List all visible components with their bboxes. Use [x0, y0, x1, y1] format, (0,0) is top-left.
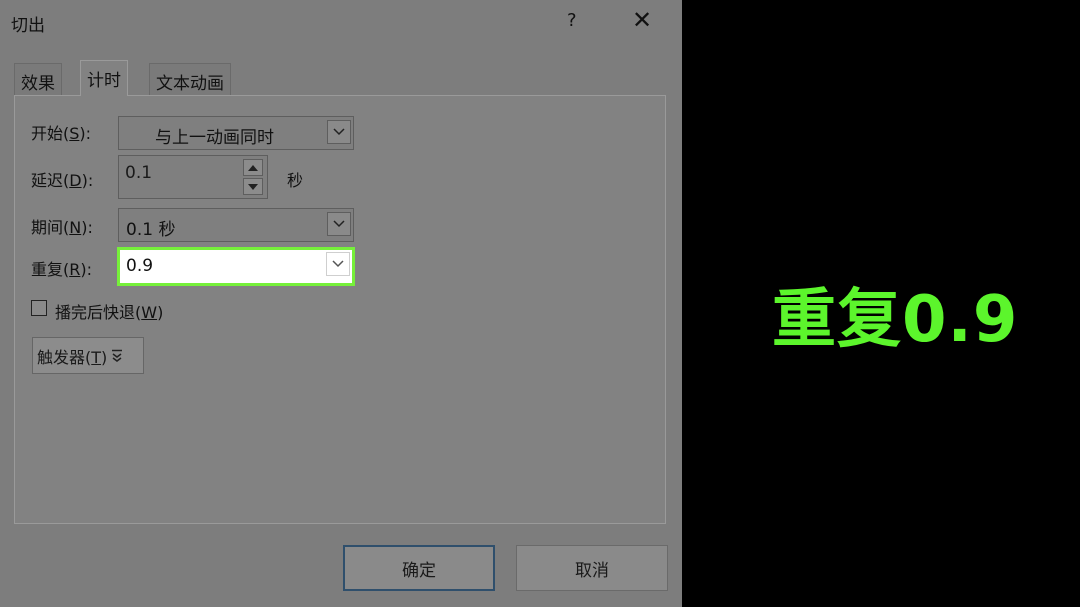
cancel-button[interactable]: 取消 — [516, 545, 668, 591]
duration-label: 期间(N): — [31, 218, 93, 237]
duration-value: 0.1 秒 — [126, 220, 176, 240]
chevron-down-icon[interactable] — [327, 120, 351, 144]
caption-text: 重复0.9 — [772, 283, 1019, 357]
chevron-down-icon[interactable] — [326, 252, 350, 276]
dialog-title: 切出 — [11, 16, 45, 36]
duration-select[interactable]: 0.1 秒 — [118, 208, 354, 242]
delay-value: 0.1 — [125, 163, 153, 183]
spin-down-icon[interactable] — [243, 178, 263, 195]
repeat-select[interactable]: 0.9 — [117, 247, 355, 286]
start-label: 开始(S): — [31, 124, 92, 143]
animation-options-dialog: 切出 ? ✕ 效果 计时 文本动画 开始(S): 与上一动画同时 延迟(D): … — [0, 0, 682, 607]
delay-unit: 秒 — [287, 171, 304, 190]
tab-timing[interactable]: 计时 — [80, 60, 128, 96]
double-chevron-down-icon — [112, 349, 123, 362]
trigger-button[interactable]: 触发器(T) — [32, 337, 144, 374]
ok-button[interactable]: 确定 — [343, 545, 495, 591]
spin-up-icon[interactable] — [243, 159, 263, 176]
tab-effect[interactable]: 效果 — [14, 63, 62, 95]
delay-label: 延迟(D): — [31, 171, 94, 190]
help-button[interactable]: ? — [567, 10, 577, 31]
rewind-label[interactable]: 播完后快退(W) — [55, 299, 163, 323]
chevron-down-icon[interactable] — [327, 212, 351, 236]
repeat-value: 0.9 — [126, 256, 154, 276]
tab-text-animation[interactable]: 文本动画 — [149, 63, 231, 95]
start-select[interactable]: 与上一动画同时 — [118, 116, 354, 150]
trigger-label: 触发器(T) — [37, 347, 108, 367]
start-value: 与上一动画同时 — [155, 128, 274, 148]
close-button[interactable]: ✕ — [632, 8, 652, 32]
rewind-checkbox[interactable] — [31, 300, 47, 316]
delay-spinner[interactable]: 0.1 — [118, 155, 268, 199]
repeat-label: 重复(R): — [31, 260, 93, 279]
